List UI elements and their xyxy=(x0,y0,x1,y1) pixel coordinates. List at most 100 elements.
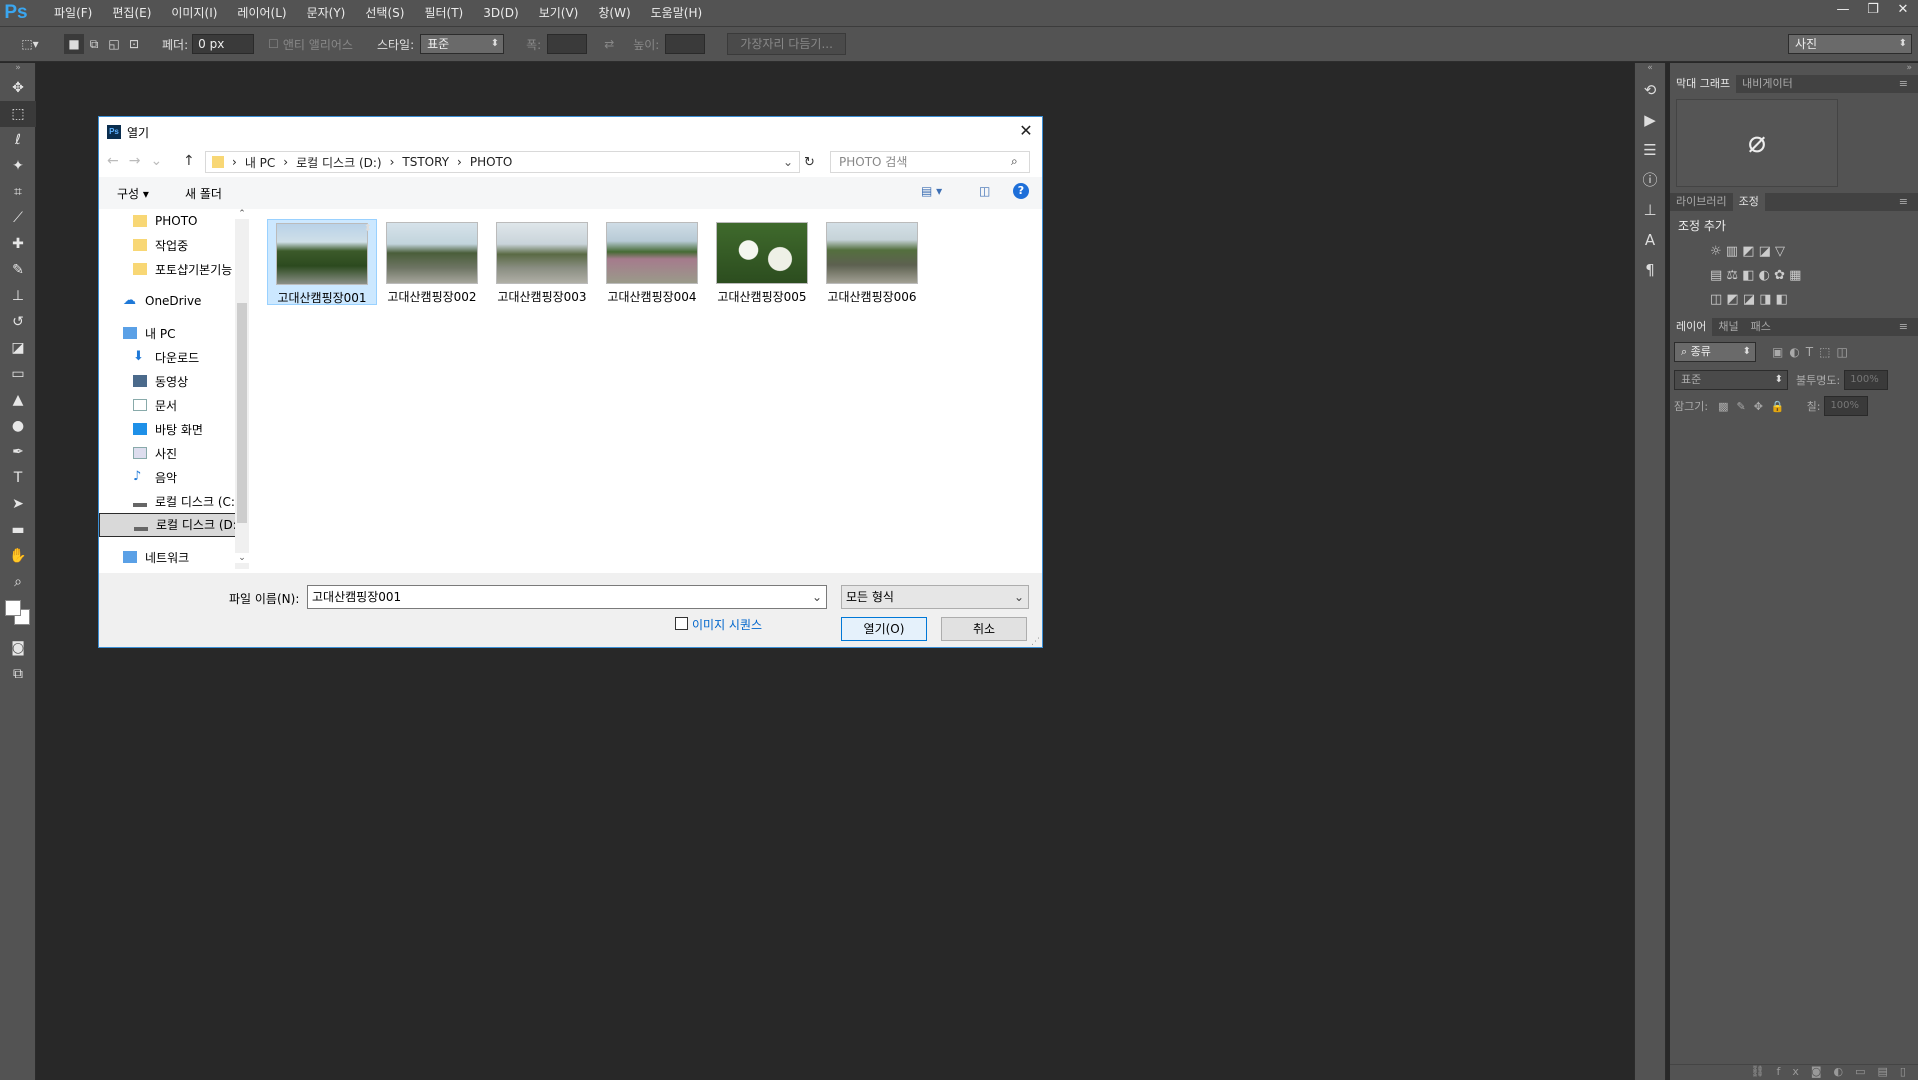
panel-menu-icon[interactable]: ≡ xyxy=(1893,318,1914,336)
file-item[interactable]: 고대산캠핑장006 xyxy=(817,219,927,305)
panel-menu-icon[interactable]: ≡ xyxy=(1893,193,1914,211)
marquee-tool-icon[interactable]: ⬚ xyxy=(0,101,36,127)
refresh-icon[interactable]: ↻ xyxy=(804,155,815,170)
expand-icon[interactable]: « xyxy=(1635,63,1665,75)
new-selection-icon[interactable]: ■ xyxy=(64,34,84,54)
file-item[interactable]: 고대산캠핑장005 xyxy=(707,219,817,305)
style-select[interactable]: 표준 xyxy=(420,34,505,54)
breadcrumb-my-pc[interactable]: 내 PC xyxy=(245,154,275,171)
resize-grip-icon[interactable]: ⋰ xyxy=(1031,637,1040,647)
tab-layers[interactable]: 레이어 xyxy=(1670,318,1713,336)
actions-panel-icon[interactable]: ▶ xyxy=(1635,105,1665,135)
history-panel-icon[interactable]: ⟲ xyxy=(1635,75,1665,105)
magic-wand-tool-icon[interactable]: ✦ xyxy=(0,153,36,179)
close-button[interactable]: ✕ xyxy=(1888,0,1918,20)
nav-item-pictures[interactable]: 사진 xyxy=(155,445,177,462)
menu-edit[interactable]: 편집(E) xyxy=(102,0,161,26)
adjustment-icons[interactable]: ☼ ▥ ◩ ◪ ▽ ▤ ⚖ ◧ ◐ ✿ ▦ ◫ ◩ ◪ ◨ ◧ xyxy=(1670,240,1918,312)
file-item[interactable]: 고대산캠핑장001 xyxy=(267,219,377,305)
menu-window[interactable]: 창(W) xyxy=(588,0,640,26)
panel-collapse-icon[interactable]: » xyxy=(1670,63,1918,75)
filetype-select[interactable]: 모든 형식 ⌄ xyxy=(841,585,1029,609)
subtract-selection-icon[interactable]: ◱ xyxy=(104,34,124,54)
feather-input[interactable]: 0 px xyxy=(192,34,255,54)
dodge-tool-icon[interactable]: ● xyxy=(0,413,36,439)
clone-source-panel-icon[interactable]: ⊥ xyxy=(1635,195,1665,225)
tab-histogram[interactable]: 막대 그래프 xyxy=(1670,75,1737,93)
tab-adjustments[interactable]: 조정 xyxy=(1732,193,1765,211)
menu-image[interactable]: 이미지(I) xyxy=(161,0,227,26)
up-arrow-icon[interactable]: ↑ xyxy=(183,153,195,169)
opacity-input[interactable]: 100% xyxy=(1844,370,1889,390)
organize-button[interactable]: 구성 ▾ xyxy=(117,185,149,202)
fill-input[interactable]: 100% xyxy=(1824,396,1869,416)
scroll-thumb[interactable] xyxy=(237,303,247,523)
file-item[interactable]: 고대산캠핑장003 xyxy=(487,219,597,305)
dialog-close-icon[interactable]: ✕ xyxy=(1016,121,1036,141)
breadcrumb-drive-d[interactable]: 로컬 디스크 (D:) xyxy=(296,154,381,171)
breadcrumb-tstory[interactable]: TSTORY xyxy=(402,155,449,169)
image-sequence-checkbox[interactable] xyxy=(675,617,688,630)
layer-filter-icons[interactable]: ▣◐T⬚◫ xyxy=(1772,345,1854,359)
help-icon[interactable]: ? xyxy=(1013,183,1029,199)
nav-item-documents[interactable]: 문서 xyxy=(155,397,177,414)
scroll-up-icon[interactable]: ⌃ xyxy=(235,209,249,219)
properties-panel-icon[interactable]: ☰ xyxy=(1635,135,1665,165)
menu-type[interactable]: 문자(Y) xyxy=(297,0,356,26)
refine-edge-button[interactable]: 가장자리 다듬기... xyxy=(727,33,846,55)
layer-filter-select[interactable]: ⌕ 종류 xyxy=(1674,342,1756,362)
shape-tool-icon[interactable]: ▬ xyxy=(0,517,36,543)
swap-icon[interactable]: ⇄ xyxy=(599,34,619,54)
preview-pane-icon[interactable]: ◫ xyxy=(979,184,990,198)
paragraph-panel-icon[interactable]: ¶ xyxy=(1635,255,1665,285)
nav-item-photo[interactable]: PHOTO xyxy=(155,214,197,228)
eyedropper-tool-icon[interactable]: ⟋ xyxy=(0,205,36,231)
eraser-tool-icon[interactable]: ◪ xyxy=(0,335,36,361)
view-options-icon[interactable]: ▤ ▾ xyxy=(921,184,942,198)
open-button[interactable]: 열기(O) xyxy=(841,617,927,641)
info-panel-icon[interactable]: ⓘ xyxy=(1635,165,1665,195)
nav-item-working[interactable]: 작업중 xyxy=(155,237,188,254)
character-panel-icon[interactable]: A xyxy=(1635,225,1665,255)
breadcrumb-photo[interactable]: PHOTO xyxy=(470,155,512,169)
quick-mask-icon[interactable]: ◙ xyxy=(0,635,36,661)
nav-item-my-pc[interactable]: 내 PC xyxy=(145,325,175,342)
chevron-down-icon[interactable]: ⌄ xyxy=(812,586,822,608)
stamp-tool-icon[interactable]: ⊥ xyxy=(0,283,36,309)
path-selection-tool-icon[interactable]: ➤ xyxy=(0,491,36,517)
nav-item-ps-basics[interactable]: 포토샵기본기능 xyxy=(155,261,232,278)
tab-navigator[interactable]: 내비게이터 xyxy=(1736,75,1799,93)
menu-view[interactable]: 보기(V) xyxy=(529,0,589,26)
search-input[interactable]: PHOTO 검색 xyxy=(830,151,1030,173)
antialias-checkbox[interactable]: ☐ xyxy=(268,37,279,51)
address-bar[interactable]: › 내 PC › 로컬 디스크 (D:) › TSTORY › PHOTO ⌄ xyxy=(205,151,800,173)
nav-item-network[interactable]: 네트워크 xyxy=(145,549,189,566)
menu-filter[interactable]: 필터(T) xyxy=(414,0,473,26)
lasso-tool-icon[interactable]: ℓ xyxy=(0,127,36,153)
marquee-preset-icon[interactable]: ⬚▾ xyxy=(20,34,40,54)
tab-libraries[interactable]: 라이브러리 xyxy=(1670,193,1733,211)
layer-footer-icons[interactable]: ⛓fx◙◐▭▤▯ xyxy=(1670,1064,1918,1080)
screen-mode-icon[interactable]: ⧉ xyxy=(0,661,36,687)
menu-help[interactable]: 도움말(H) xyxy=(641,0,713,26)
filename-input[interactable]: 고대산캠핑장001 ⌄ xyxy=(307,585,827,609)
type-tool-icon[interactable]: T xyxy=(0,465,36,491)
add-selection-icon[interactable]: ⧉ xyxy=(84,34,104,54)
move-tool-icon[interactable]: ✥ xyxy=(0,75,36,101)
healing-tool-icon[interactable]: ✚ xyxy=(0,231,36,257)
nav-item-downloads[interactable]: 다운로드 xyxy=(155,349,199,366)
tab-channels[interactable]: 채널 xyxy=(1712,318,1744,336)
scroll-down-icon[interactable]: ⌄ xyxy=(235,553,249,563)
color-swatches[interactable] xyxy=(0,595,36,635)
nav-item-drive-d[interactable]: 로컬 디스크 (D: xyxy=(156,516,237,534)
menu-layer[interactable]: 레이어(L) xyxy=(227,0,296,26)
blur-tool-icon[interactable]: ▲ xyxy=(0,387,36,413)
collapse-icon[interactable]: » xyxy=(0,63,36,75)
gradient-tool-icon[interactable]: ▭ xyxy=(0,361,36,387)
pen-tool-icon[interactable]: ✒ xyxy=(0,439,36,465)
height-input[interactable] xyxy=(665,34,706,54)
restore-button[interactable]: ❐ xyxy=(1858,0,1888,20)
blend-mode-select[interactable]: 표준 xyxy=(1674,370,1788,390)
lock-icons[interactable]: ▩✎✥🔒 xyxy=(1718,400,1793,413)
file-item[interactable]: 고대산캠핑장004 xyxy=(597,219,707,305)
